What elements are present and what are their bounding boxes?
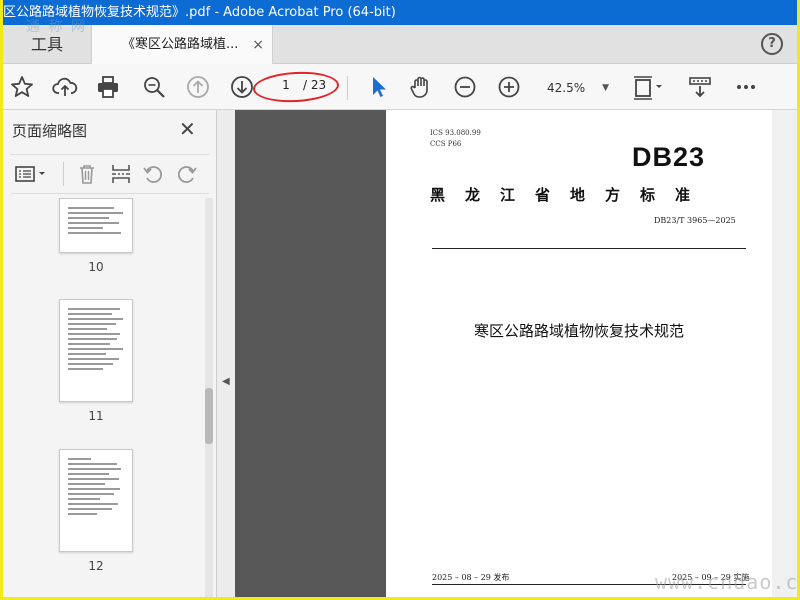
rotate-right-icon[interactable] xyxy=(175,162,199,186)
document-title: 寒区公路路域植物恢复技术规范 xyxy=(473,322,684,340)
document-view: ICS 93.080.99 CCS P66 DB23 黑龙江省地方标准 DB23… xyxy=(235,110,797,597)
collapse-arrow-icon[interactable]: ◀ xyxy=(222,376,230,387)
panel-collapse-strip[interactable]: ◀ xyxy=(217,110,235,597)
rotate-left-icon[interactable] xyxy=(141,162,165,186)
thumbnails-panel: 页面缩略图 ✕ 10 11 12 xyxy=(3,110,217,597)
trash-icon[interactable] xyxy=(75,162,99,186)
page-thumbnail[interactable] xyxy=(59,299,133,402)
scrollbar-thumb[interactable] xyxy=(205,388,213,444)
page-down-icon[interactable] xyxy=(229,74,255,100)
panel-title: 页面缩略图 xyxy=(12,122,88,140)
document-scrollbar[interactable] xyxy=(772,110,797,597)
zoom-search-icon[interactable] xyxy=(141,74,167,100)
tab-document-label: 《寒区公路路域植... xyxy=(122,37,239,52)
ics-line: ICS 93.080.99 xyxy=(430,129,481,137)
print-icon[interactable] xyxy=(95,74,121,100)
pdf-page: ICS 93.080.99 CCS P66 DB23 黑龙江省地方标准 DB23… xyxy=(386,110,772,597)
thumbnail-label: 10 xyxy=(88,260,104,274)
watermark-top-left: 通 称 网 xyxy=(26,19,87,35)
acrobat-window: 区公路路域植物恢复技术规范》.pdf - Adobe Acrobat Pro (… xyxy=(3,0,797,597)
ccs-line: CCS P66 xyxy=(430,140,462,148)
zoom-level-select[interactable]: 42.5% ▼ xyxy=(541,77,613,99)
thumbnail-label: 12 xyxy=(88,559,104,573)
toolbar-divider xyxy=(347,76,348,100)
chevron-down-icon: ▼ xyxy=(602,83,609,93)
page-thumbnail[interactable] xyxy=(59,198,133,253)
standard-code: DB23 xyxy=(632,142,706,172)
hand-icon[interactable] xyxy=(408,74,434,100)
zoom-value: 42.5% xyxy=(547,81,586,95)
help-icon[interactable]: ? xyxy=(761,33,783,55)
toolbar-divider xyxy=(63,162,64,186)
publish-date: 2025 – 08 – 29 发布 xyxy=(432,573,510,582)
star-icon[interactable] xyxy=(9,74,35,100)
watermark-bottom-right: www.cndao.co xyxy=(655,570,800,594)
thumbnail-list: 10 11 12 xyxy=(3,198,203,597)
page-thumbnail[interactable] xyxy=(59,449,133,552)
page-number-box: 1 / 23 xyxy=(252,69,341,105)
close-icon[interactable]: ✕ xyxy=(179,117,196,141)
province-standard-heading: 黑龙江省地方标准 xyxy=(430,186,711,204)
more-icon[interactable] xyxy=(733,74,759,100)
thumbnail-toolbar xyxy=(11,154,209,194)
thumbnail-scrollbar[interactable] xyxy=(205,198,213,597)
highlight-oval xyxy=(252,69,340,105)
ics-code: ICS 93.080.99 CCS P66 xyxy=(430,128,481,150)
standard-number: DB23/T 3965—2025 xyxy=(654,216,736,225)
insert-page-icon[interactable] xyxy=(109,162,133,186)
page-up-icon[interactable] xyxy=(185,74,211,100)
select-pointer-icon[interactable] xyxy=(365,74,391,100)
divider-line xyxy=(432,248,746,249)
tab-bar: 工具 《寒区公路路域植... × ? xyxy=(3,25,797,65)
thumbnail-label: 11 xyxy=(88,409,104,423)
scroll-mode-icon[interactable] xyxy=(687,74,713,100)
main-toolbar: 1 / 23 42.5% ▼ xyxy=(3,64,797,110)
zoom-in-icon[interactable] xyxy=(496,74,522,100)
options-menu-icon[interactable] xyxy=(13,162,49,186)
fit-page-icon[interactable] xyxy=(631,74,665,100)
upload-icon[interactable] xyxy=(52,74,78,100)
title-bar: 区公路路域植物恢复技术规范》.pdf - Adobe Acrobat Pro (… xyxy=(3,0,797,25)
tab-close-icon[interactable]: × xyxy=(252,25,264,65)
tab-document[interactable]: 《寒区公路路域植... × xyxy=(91,25,273,65)
zoom-out-icon[interactable] xyxy=(452,74,478,100)
